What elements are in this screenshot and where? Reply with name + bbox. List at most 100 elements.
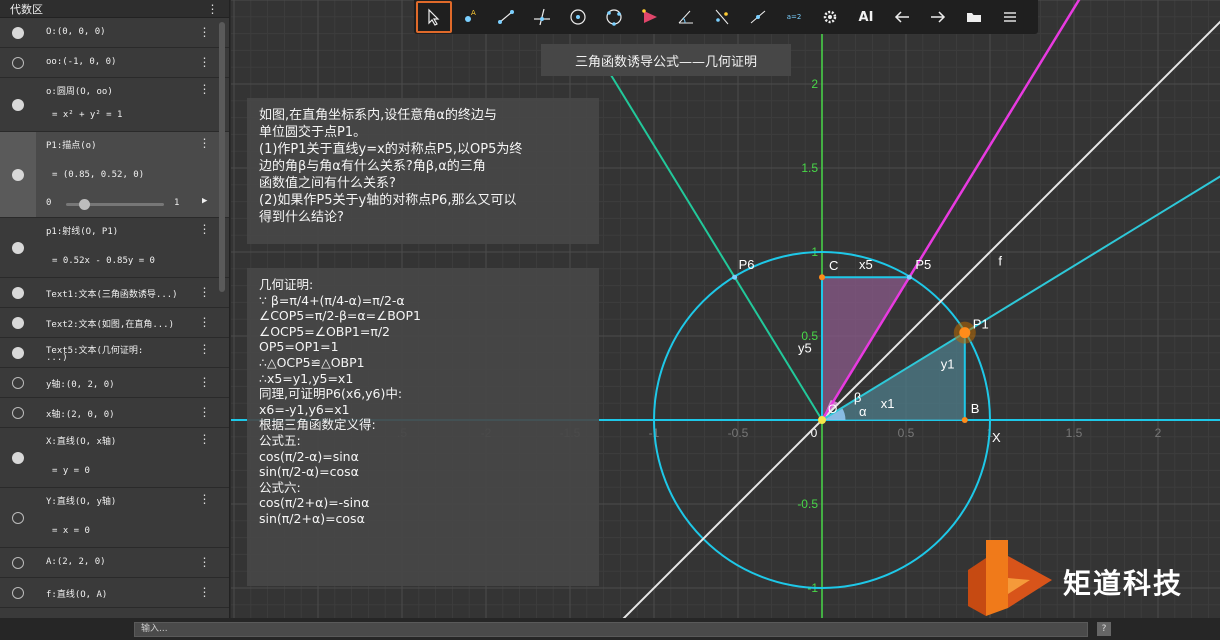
proof-line: 根据三角函数定义得: [259,417,376,433]
algebra-row[interactable]: f:直线(O, A) ⋮ [0,578,229,608]
ray-op6[interactable] [602,62,823,421]
angle-icon[interactable] [668,1,704,33]
algebra-row-definition: A:(2, 2, 0) [46,557,106,567]
settings-icon[interactable] [812,1,848,33]
algebra-row-definition: P1:描点(o) [46,141,97,151]
problem-text[interactable]: 如图,在直角坐标系内,设任意角α的终边与 单位圆交于点P1。 (1)作P1关于直… [247,98,599,244]
toolbar: Aa=2 AI [414,0,1038,34]
visibility-toggle-icon[interactable] [12,169,24,181]
visibility-toggle-icon[interactable] [12,287,24,299]
ray-op1[interactable] [821,9,1220,421]
algebra-row[interactable]: Text1:文本(三角函数诱导...) ⋮ [0,278,229,308]
proof-line: ∠OCP5=∠OBP1=π/2 [259,323,391,339]
algebra-title: 代数区 [10,2,43,16]
proof-line: 公式六: [259,479,301,495]
folder-icon[interactable] [956,1,992,33]
algebra-row-definition: y轴:(0, 2, 0) [46,380,115,390]
title-text[interactable]: 三角函数诱导公式——几何证明 [541,44,791,76]
algebra-row[interactable]: O:(0, 0, 0) ⋮ [0,18,229,48]
visibility-toggle-icon[interactable] [12,57,24,69]
algebra-row[interactable]: p1:射线(O, P1) = 0.52x - 0.85y = 0 ⋮ [0,218,229,278]
label-c: C [829,258,838,273]
label-p1: P1 [973,317,989,332]
menu-icon[interactable] [992,1,1028,33]
algebra-row[interactable]: Y:直线(O, y轴) = x = 0 ⋮ [0,488,229,548]
row-menu-icon[interactable]: ⋮ [197,555,211,569]
circle-three-points-icon[interactable] [596,1,632,33]
proof-text[interactable]: 几何证明: ∵ β=π/4+(π/4-α)=π/2-α ∠COP5=π/2-β=α=… [247,268,599,586]
visibility-toggle-icon[interactable] [12,557,24,569]
algebra-row[interactable]: P1:描点(o) = (0.85, 0.52, 0) 0 1 ▶ ⋮ [0,132,229,218]
proof-line: cos(π/2-α)=sinα [259,448,359,464]
algebra-row[interactable]: o:圆周(O, oo) = x² + y² = 1 ⋮ [0,78,229,132]
row-menu-icon[interactable]: ⋮ [197,136,211,150]
proof-line: 同理,可证明P6(x6,y6)中: [259,386,403,402]
row-menu-icon[interactable]: ⋮ [197,315,211,329]
point-c[interactable] [819,274,825,281]
visibility-toggle-icon[interactable] [12,99,24,111]
slider-value-icon[interactable]: a=2 [776,1,812,33]
algebra-row[interactable]: Text5:文本(几何证明:...) ⋮ [0,338,229,368]
algebra-row[interactable]: oo:(-1, 0, 0) ⋮ [0,48,229,78]
point-o[interactable] [818,416,826,424]
row-menu-icon[interactable]: ⋮ [197,405,211,419]
row-menu-icon[interactable]: ⋮ [197,342,211,356]
reflect-icon[interactable] [704,1,740,33]
slider-icon[interactable] [740,1,776,33]
x-tick-label: -0.5 [728,426,749,440]
row-menu-icon[interactable]: ⋮ [197,222,211,236]
visibility-toggle-icon[interactable] [12,512,24,524]
algebra-scrollbar[interactable] [219,22,225,292]
help-icon[interactable]: ? [1097,622,1111,636]
label-alpha: α [859,404,867,419]
row-menu-icon[interactable]: ⋮ [197,492,211,506]
x-tick-label: 1.5 [1066,426,1083,440]
visibility-toggle-icon[interactable] [12,347,24,359]
algebra-row[interactable]: Text2:文本(如图,在直角...) ⋮ [0,308,229,338]
algebra-row[interactable]: y轴:(0, 2, 0) ⋮ [0,368,229,398]
segment-icon[interactable] [488,1,524,33]
visibility-toggle-icon[interactable] [12,587,24,599]
slider-min: 0 [46,198,52,208]
play-icon[interactable]: ▶ [202,196,207,206]
cursor-icon[interactable] [416,1,452,33]
algebra-row-definition-cont: ...) [46,353,68,363]
row-menu-icon[interactable]: ⋮ [197,25,211,39]
algebra-row[interactable]: X:直线(O, x轴) = y = 0 ⋮ [0,428,229,488]
visibility-toggle-icon[interactable] [12,317,24,329]
row-menu-icon[interactable]: ⋮ [197,55,211,69]
proof-line: OP5=OP1=1 [259,339,339,355]
polygon-icon[interactable] [632,1,668,33]
label-b: B [971,401,980,416]
point-b[interactable] [961,417,968,423]
algebra-menu-icon[interactable]: ⋮ [205,2,219,16]
proof-line: ∠COP5=π/2-β=α=∠BOP1 [259,308,421,324]
point-p6[interactable] [732,274,738,280]
visibility-toggle-icon[interactable] [12,242,24,254]
perpendicular-icon[interactable] [524,1,560,33]
ai-icon[interactable]: AI [848,1,884,33]
visibility-toggle-icon[interactable] [12,407,24,419]
row-menu-icon[interactable]: ⋮ [197,585,211,599]
visibility-toggle-icon[interactable] [12,27,24,39]
row-menu-icon[interactable]: ⋮ [197,375,211,389]
algebra-row[interactable]: x轴:(2, 0, 0) ⋮ [0,398,229,428]
redo-icon[interactable] [920,1,956,33]
visibility-toggle-icon[interactable] [12,452,24,464]
undo-icon[interactable] [884,1,920,33]
row-menu-icon[interactable]: ⋮ [197,285,211,299]
visibility-toggle-icon[interactable] [12,377,24,389]
point-icon[interactable]: A [452,1,488,33]
label-x1: x1 [881,396,895,411]
line-y-equals-x[interactable] [620,0,1220,618]
slider-max: 1 [174,198,180,208]
row-menu-icon[interactable]: ⋮ [197,432,211,446]
algebra-row[interactable]: A:(2, 2, 0) ⋮ [0,548,229,578]
row-menu-icon[interactable]: ⋮ [197,82,211,96]
point-p1[interactable] [959,327,971,339]
command-input[interactable]: 输入... [134,622,1088,637]
algebra-row-definition: Text2:文本(如图,在直角...) [46,320,175,330]
point-p5[interactable] [906,274,912,280]
slider-knob[interactable] [78,199,90,210]
circle-center-icon[interactable] [560,1,596,33]
